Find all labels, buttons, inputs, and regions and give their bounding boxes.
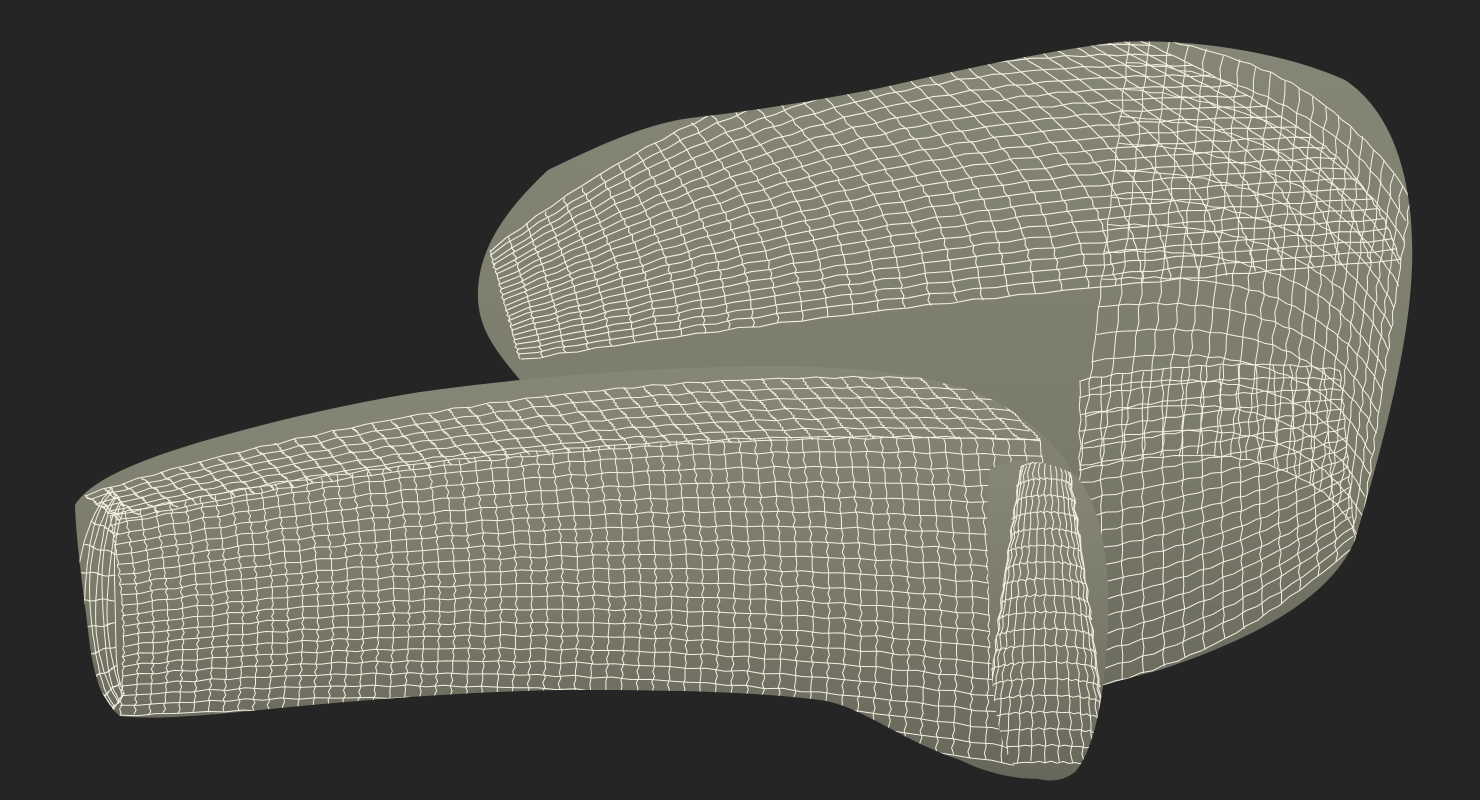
wireframe-scene: [75, 41, 1413, 781]
render-viewport: [0, 0, 1480, 800]
model-knuckle: [987, 460, 1109, 781]
model-arm: [75, 366, 1097, 779]
